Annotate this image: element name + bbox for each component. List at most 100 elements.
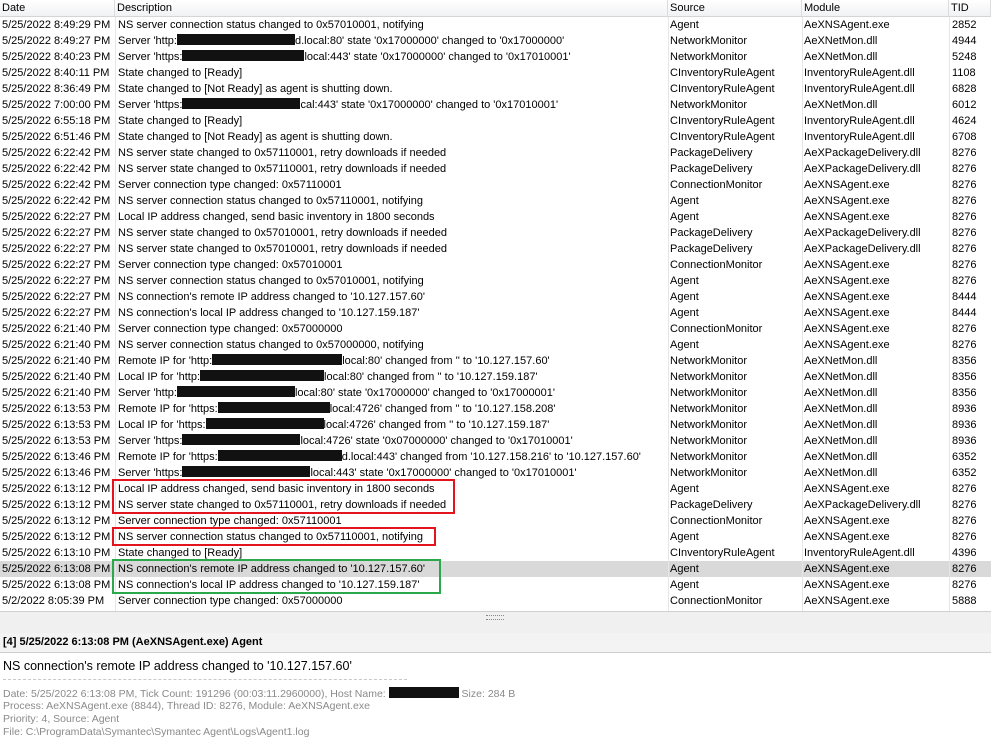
column-header-description[interactable]: Description — [115, 0, 668, 16]
splitter-grip-icon[interactable] — [486, 615, 504, 620]
cell-module: InventoryRuleAgent.dll — [804, 547, 915, 559]
table-row[interactable]: 5/25/2022 6:22:27 PM Server connection ty… — [0, 257, 991, 273]
table-row[interactable]: 5/25/2022 6:21:40 PM Local IP for 'http: l… — [0, 369, 991, 385]
cell-source: NetworkMonitor — [670, 451, 748, 463]
table-row[interactable]: 5/25/2022 6:13:08 PM NS connection's loca… — [0, 577, 991, 593]
redaction-bar — [182, 50, 305, 61]
cell-module: AeXNSAgent.exe — [804, 195, 890, 207]
table-row[interactable]: 5/25/2022 6:13:12 PM NS server state chan… — [0, 497, 991, 513]
table-row[interactable]: 5/25/2022 6:21:40 PM Server connection ty… — [0, 321, 991, 337]
cell-date: 5/25/2022 6:22:27 PM — [2, 211, 111, 223]
table-row[interactable]: 5/25/2022 6:13:12 PM NS server connection… — [0, 529, 991, 545]
detail-pane: [4] 5/25/2022 6:13:08 PM (AeXNSAgent.exe… — [0, 633, 991, 750]
cell-description: Local IP for 'https: local:4726' changed … — [115, 417, 668, 433]
cell-source: PackageDelivery — [670, 499, 753, 511]
table-row[interactable]: 5/25/2022 8:36:49 PM State changed to [No… — [0, 81, 991, 97]
table-row[interactable]: 5/25/2022 6:13:12 PM Local IP address cha… — [0, 481, 991, 497]
cell-description: NS server state changed to 0x57010001, r… — [115, 225, 668, 241]
table-row[interactable]: 5/25/2022 6:22:42 PM NS server connection… — [0, 193, 991, 209]
table-row[interactable]: 5/25/2022 6:21:40 PM Server 'http: local:8… — [0, 385, 991, 401]
description-text: State changed to [Not Ready] as agent is… — [118, 131, 393, 143]
table-row[interactable]: 5/25/2022 6:22:27 PM NS connection's loca… — [0, 305, 991, 321]
pane-splitter[interactable] — [0, 611, 991, 634]
cell-description: State changed to [Ready] — [115, 545, 668, 561]
cell-module: InventoryRuleAgent.dll — [804, 131, 915, 143]
table-row[interactable]: 5/25/2022 6:13:53 PM Local IP for 'https:… — [0, 417, 991, 433]
log-grid[interactable]: Date Description Source Module TID 5/25/… — [0, 0, 991, 611]
table-row[interactable]: 5/25/2022 6:22:42 PM NS server state chan… — [0, 161, 991, 177]
cell-tid: 6828 — [952, 83, 977, 95]
cell-module: AeXNetMon.dll — [804, 419, 878, 431]
table-row[interactable]: 5/25/2022 6:21:40 PM Remote IP for 'http:… — [0, 353, 991, 369]
cell-date: 5/25/2022 6:13:53 PM — [2, 403, 111, 415]
column-header-date[interactable]: Date — [0, 0, 115, 16]
description-text: local:4726' changed from '' to '10.127.1… — [323, 419, 550, 431]
cell-module: AeXPackageDelivery.dll — [804, 227, 921, 239]
table-row[interactable]: 5/25/2022 6:22:42 PM Server connection ty… — [0, 177, 991, 193]
table-row[interactable]: 5/25/2022 6:13:08 PM NS connection's remo… — [0, 561, 991, 577]
table-row[interactable]: 5/25/2022 6:51:46 PM State changed to [No… — [0, 129, 991, 145]
table-row[interactable]: 5/25/2022 8:49:27 PM Server 'http: d.local… — [0, 33, 991, 49]
cell-module: AeXNSAgent.exe — [804, 275, 890, 287]
cell-source: Agent — [670, 291, 699, 303]
cell-module: AeXNSAgent.exe — [804, 483, 890, 495]
cell-description: NS server connection status changed to 0… — [115, 337, 668, 353]
cell-description: Server 'https: local:443' state '0x170000… — [115, 465, 668, 481]
cell-tid: 8936 — [952, 403, 977, 415]
cell-description: NS connection's local IP address changed… — [115, 305, 668, 321]
table-row[interactable]: 5/25/2022 7:00:00 PM Server 'https: cal:44… — [0, 97, 991, 113]
cell-tid: 6708 — [952, 131, 977, 143]
table-row[interactable]: 5/25/2022 6:22:42 PM NS server state chan… — [0, 145, 991, 161]
cell-description: Server connection type changed: 0x571100… — [115, 177, 668, 193]
description-text: State changed to [Ready] — [118, 547, 243, 559]
table-row[interactable]: 5/25/2022 6:22:27 PM NS connection's remo… — [0, 289, 991, 305]
table-row[interactable]: 5/25/2022 8:40:23 PM Server 'https: local:… — [0, 49, 991, 65]
detail-meta-size-text: Size: 284 B — [458, 688, 516, 700]
table-row[interactable]: 5/25/2022 8:40:11 PM State changed to [Re… — [0, 65, 991, 81]
cell-description: Server connection type changed: 0x570000… — [115, 321, 668, 337]
table-row[interactable]: 5/25/2022 6:22:27 PM NS server connection… — [0, 273, 991, 289]
table-row[interactable]: 5/25/2022 6:13:46 PM Server 'https: local:… — [0, 465, 991, 481]
table-row[interactable]: 5/25/2022 6:55:18 PM State changed to [Re… — [0, 113, 991, 129]
redaction-bar — [217, 450, 342, 461]
cell-description: NS server connection status changed to 0… — [115, 273, 668, 289]
table-row[interactable]: 5/25/2022 8:49:29 PM NS server connection… — [0, 17, 991, 33]
column-header-tid[interactable]: TID — [949, 0, 991, 16]
cell-date: 5/25/2022 8:49:29 PM — [2, 19, 111, 31]
cell-source: Agent — [670, 275, 699, 287]
column-divider — [802, 17, 803, 611]
description-text: NS server state changed to 0x57010001, r… — [118, 227, 447, 239]
description-text: NS server state changed to 0x57010001, r… — [118, 243, 447, 255]
table-row[interactable]: 5/25/2022 6:22:27 PM Local IP address cha… — [0, 209, 991, 225]
detail-meta-date-text: Date: 5/25/2022 6:13:08 PM, Tick Count: … — [3, 688, 389, 700]
table-row[interactable]: 5/25/2022 6:21:40 PM NS server connection… — [0, 337, 991, 353]
description-text: NS server connection status changed to 0… — [118, 275, 424, 287]
column-header-module[interactable]: Module — [802, 0, 949, 16]
cell-date: 5/25/2022 6:13:46 PM — [2, 451, 111, 463]
table-row[interactable]: 5/25/2022 6:22:27 PM NS server state chan… — [0, 225, 991, 241]
cell-module: AeXNetMon.dll — [804, 435, 878, 447]
table-row[interactable]: 5/25/2022 6:13:53 PM Server 'https: local:… — [0, 433, 991, 449]
detail-title: [4] 5/25/2022 6:13:08 PM (AeXNSAgent.exe… — [0, 633, 991, 653]
cell-date: 5/25/2022 6:51:46 PM — [2, 131, 111, 143]
table-row[interactable]: 5/25/2022 6:22:27 PM NS server state chan… — [0, 241, 991, 257]
redaction-bar — [217, 402, 330, 413]
cell-module: AeXNSAgent.exe — [804, 179, 890, 191]
table-row[interactable]: 5/25/2022 6:13:46 PM Remote IP for 'https… — [0, 449, 991, 465]
cell-source: Agent — [670, 531, 699, 543]
table-row[interactable]: 5/25/2022 6:13:10 PM State changed to [Re… — [0, 545, 991, 561]
cell-date: 5/25/2022 6:13:53 PM — [2, 435, 111, 447]
description-text: NS connection's remote IP address change… — [118, 563, 425, 575]
table-row[interactable]: 5/25/2022 6:13:53 PM Remote IP for 'https… — [0, 401, 991, 417]
cell-module: AeXNSAgent.exe — [804, 579, 890, 591]
cell-tid: 8356 — [952, 371, 977, 383]
table-row[interactable]: 5/25/2022 6:13:12 PM Server connection ty… — [0, 513, 991, 529]
table-row[interactable]: 5/2/2022 8:05:39 PM Server connection typ… — [0, 593, 991, 609]
cell-module: AeXNetMon.dll — [804, 451, 878, 463]
cell-source: ConnectionMonitor — [670, 323, 763, 335]
column-header-source[interactable]: Source — [668, 0, 802, 16]
cell-date: 5/25/2022 8:49:27 PM — [2, 35, 111, 47]
cell-source: NetworkMonitor — [670, 403, 748, 415]
log-rows: 5/25/2022 8:49:29 PM NS server connection… — [0, 17, 991, 609]
cell-description: Remote IP for 'http: local:80' changed fr… — [115, 353, 668, 369]
